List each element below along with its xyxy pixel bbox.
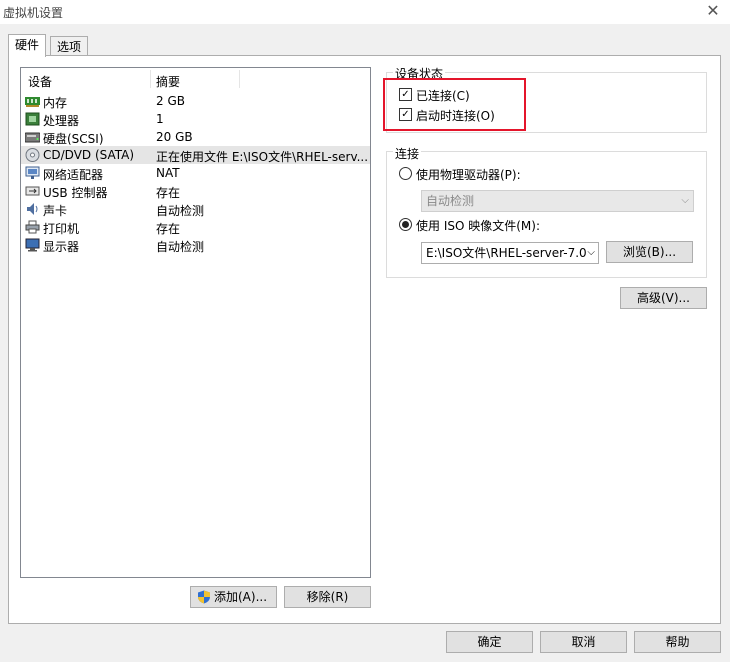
device-row-printer[interactable]: 打印机 存在 bbox=[21, 218, 370, 236]
device-summary: 1 bbox=[156, 112, 164, 126]
device-summary: 自动检测 bbox=[156, 240, 205, 254]
device-name: CD/DVD (SATA) bbox=[43, 148, 135, 162]
add-device-button[interactable]: 添加(A)... bbox=[190, 586, 277, 608]
device-row-processor[interactable]: 处理器 1 bbox=[21, 110, 370, 128]
tab-hardware[interactable]: 硬件 bbox=[8, 34, 47, 57]
column-divider[interactable] bbox=[239, 70, 240, 88]
physical-drive-value: 自动检测 bbox=[426, 194, 475, 208]
device-summary: 存在 bbox=[156, 186, 181, 200]
add-device-label: 添加(A)... bbox=[214, 590, 268, 604]
memory-icon bbox=[25, 97, 40, 107]
browse-button[interactable]: 浏览(B)... bbox=[606, 241, 693, 263]
column-divider[interactable] bbox=[150, 70, 151, 88]
display-icon bbox=[25, 238, 40, 252]
title-bar bbox=[0, 0, 730, 24]
hard-disk-icon bbox=[25, 132, 40, 143]
column-header-summary[interactable]: 摘要 bbox=[156, 73, 180, 90]
physical-drive-label[interactable]: 使用物理驱动器(P): bbox=[416, 166, 521, 183]
physical-drive-select[interactable]: 自动检测 ⌵ bbox=[421, 190, 694, 212]
iso-file-label[interactable]: 使用 ISO 映像文件(M): bbox=[416, 217, 540, 234]
iso-path-select[interactable]: E:\ISO文件\RHEL-server-7.0 ⌵ bbox=[421, 242, 599, 264]
device-summary: NAT bbox=[156, 166, 180, 180]
device-summary: 自动检测 bbox=[156, 204, 205, 218]
tab-options[interactable]: 选项 bbox=[50, 36, 89, 57]
chevron-down-icon: ⌵ bbox=[587, 247, 595, 258]
device-name: 声卡 bbox=[43, 204, 68, 218]
device-row-memory[interactable]: 内存 2 GB bbox=[21, 92, 370, 110]
device-name: 显示器 bbox=[43, 240, 80, 254]
device-name: 打印机 bbox=[43, 222, 80, 236]
highlight-box bbox=[383, 78, 526, 131]
ok-button[interactable]: 确定 bbox=[446, 631, 533, 653]
chevron-down-icon: ⌵ bbox=[681, 195, 689, 206]
device-name: 硬盘(SCSI) bbox=[43, 132, 104, 146]
connection-legend: 连接 bbox=[393, 145, 422, 162]
processor-icon bbox=[25, 112, 40, 126]
device-summary: 存在 bbox=[156, 222, 181, 236]
physical-drive-radio[interactable] bbox=[399, 167, 412, 180]
advanced-button[interactable]: 高级(V)... bbox=[620, 287, 707, 309]
close-icon[interactable]: ✕ bbox=[704, 2, 722, 20]
device-row-hard-disk[interactable]: 硬盘(SCSI) 20 GB bbox=[21, 128, 370, 146]
device-name: 网络适配器 bbox=[43, 168, 104, 182]
admin-shield-icon bbox=[198, 590, 210, 604]
device-name: 处理器 bbox=[43, 114, 80, 128]
device-row-display[interactable]: 显示器 自动检测 bbox=[21, 236, 370, 254]
device-summary: 正在使用文件 E:\ISO文件\RHEL-serv... bbox=[156, 150, 369, 164]
cancel-button[interactable]: 取消 bbox=[540, 631, 627, 653]
device-name: USB 控制器 bbox=[43, 186, 108, 200]
help-button[interactable]: 帮助 bbox=[634, 631, 721, 653]
device-summary: 2 GB bbox=[156, 94, 185, 108]
device-row-sound-card[interactable]: 声卡 自动检测 bbox=[21, 200, 370, 218]
network-adapter-icon bbox=[25, 166, 40, 179]
printer-icon bbox=[25, 220, 40, 234]
device-row-cd-dvd[interactable]: CD/DVD (SATA) 正在使用文件 E:\ISO文件\RHEL-serv.… bbox=[21, 146, 370, 164]
remove-device-button[interactable]: 移除(R) bbox=[284, 586, 371, 608]
iso-path-value: E:\ISO文件\RHEL-server-7.0 bbox=[426, 246, 587, 260]
iso-file-radio[interactable] bbox=[399, 218, 412, 231]
device-summary: 20 GB bbox=[156, 130, 193, 144]
device-list[interactable]: 设备 摘要 内存 2 GB 处理器 1 硬盘(SCSI) 20 GB CD/DV… bbox=[20, 67, 371, 578]
device-row-usb-controller[interactable]: USB 控制器 存在 bbox=[21, 182, 370, 200]
window-title: 虚拟机设置 bbox=[3, 6, 64, 20]
device-name: 内存 bbox=[43, 96, 68, 110]
cd-dvd-icon bbox=[25, 148, 40, 162]
device-row-network-adapter[interactable]: 网络适配器 NAT bbox=[21, 164, 370, 182]
column-header-device[interactable]: 设备 bbox=[28, 73, 52, 90]
sound-card-icon bbox=[27, 203, 38, 215]
usb-icon bbox=[25, 186, 40, 196]
